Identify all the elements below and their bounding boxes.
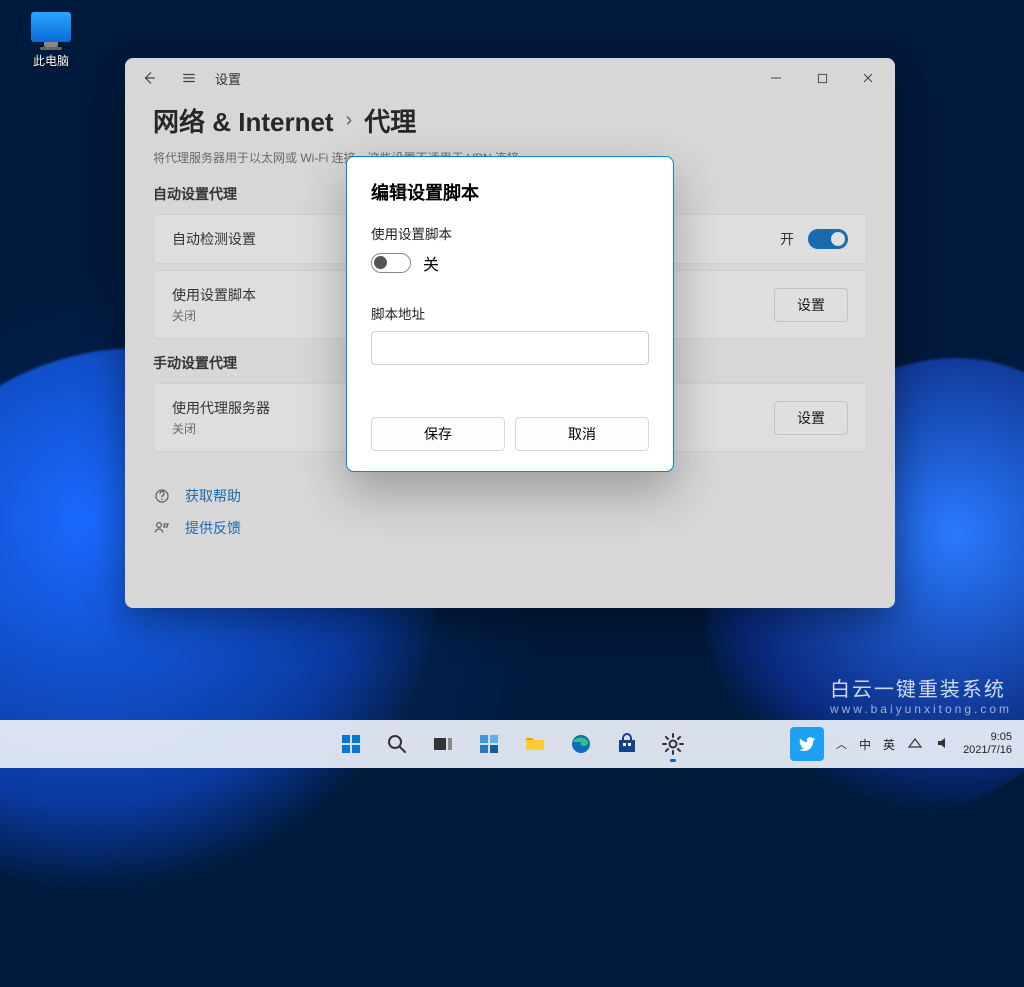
- system-tray: ︿ 中 英 9:05 2021/7/16: [790, 727, 1024, 761]
- edit-script-modal: 编辑设置脚本 使用设置脚本 关 脚本地址 保存 取消: [346, 156, 674, 472]
- desktop-icon-this-pc[interactable]: 此电脑: [14, 8, 88, 69]
- tray-chevron-up-icon[interactable]: ︿: [836, 736, 847, 752]
- volume-icon[interactable]: [935, 735, 951, 754]
- save-button[interactable]: 保存: [371, 417, 505, 451]
- start-button[interactable]: [331, 724, 371, 764]
- desktop-icon-label: 此电脑: [14, 52, 88, 69]
- store-button[interactable]: [607, 724, 647, 764]
- search-icon: [385, 732, 409, 756]
- bird-icon: [797, 734, 817, 754]
- modal-toggle-text: 关: [423, 251, 439, 275]
- file-explorer-button[interactable]: [515, 724, 555, 764]
- edge-button[interactable]: [561, 724, 601, 764]
- ime-indicator-b[interactable]: 英: [883, 736, 895, 753]
- clock-button[interactable]: 9:05 2021/7/16: [963, 731, 1012, 757]
- tray-time: 9:05: [963, 731, 1012, 744]
- ime-indicator-a[interactable]: 中: [859, 736, 871, 753]
- task-view-button[interactable]: [423, 724, 463, 764]
- network-icon[interactable]: [907, 735, 923, 754]
- task-view-icon: [431, 732, 455, 756]
- modal-use-script-label: 使用设置脚本: [371, 223, 649, 243]
- tray-app-button[interactable]: [790, 727, 824, 761]
- search-button[interactable]: [377, 724, 417, 764]
- modal-address-label: 脚本地址: [371, 303, 649, 323]
- taskbar: ︿ 中 英 9:05 2021/7/16: [0, 720, 1024, 768]
- this-pc-icon: [31, 12, 71, 42]
- tray-date: 2021/7/16: [963, 744, 1012, 757]
- taskbar-center: [331, 724, 693, 764]
- widgets-icon: [477, 732, 501, 756]
- script-address-input[interactable]: [371, 331, 649, 365]
- modal-title: 编辑设置脚本: [371, 179, 649, 205]
- cancel-button[interactable]: 取消: [515, 417, 649, 451]
- modal-use-script-toggle[interactable]: [371, 253, 411, 273]
- gear-icon: [661, 732, 685, 756]
- widgets-button[interactable]: [469, 724, 509, 764]
- edge-icon: [569, 732, 593, 756]
- windows-icon: [339, 732, 363, 756]
- settings-window: 设置 网络 & Internet › 代理 将代理服务器用于以太网或 Wi-Fi…: [125, 58, 895, 608]
- store-icon: [615, 732, 639, 756]
- folder-icon: [523, 732, 547, 756]
- settings-taskbar-button[interactable]: [653, 724, 693, 764]
